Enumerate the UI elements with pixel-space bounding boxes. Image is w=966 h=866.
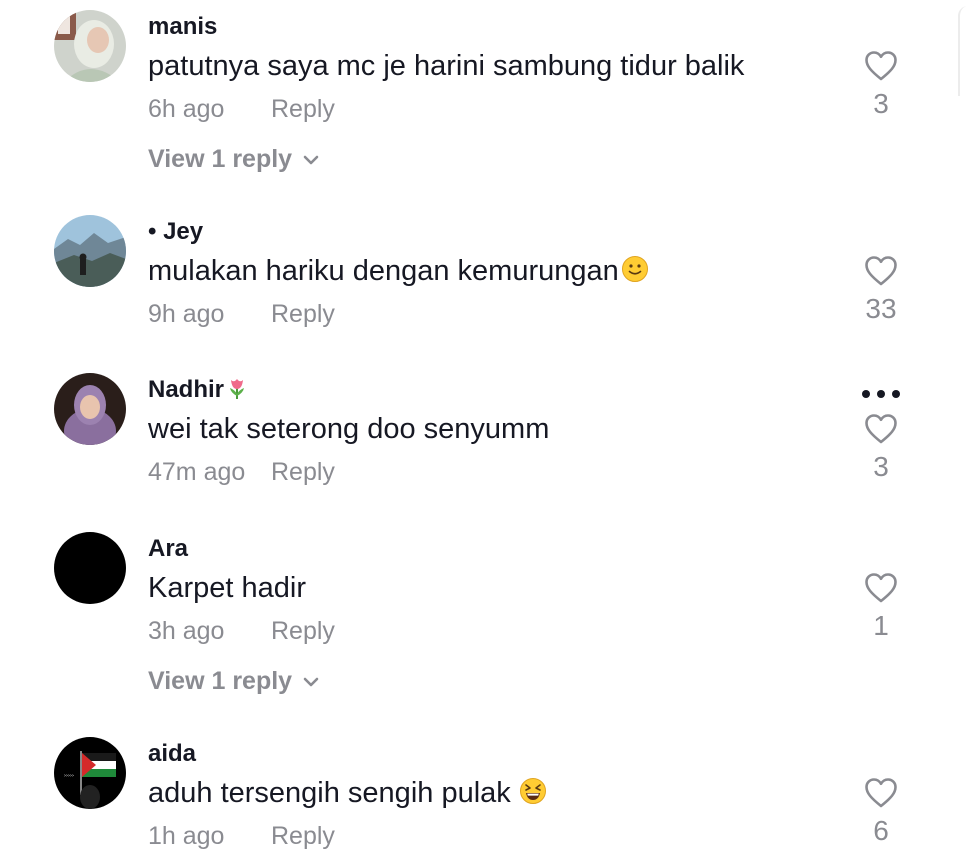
comment-username[interactable]: Nadhir [148, 375, 248, 405]
tulip-emoji [230, 379, 245, 399]
heart-outline-icon [865, 51, 897, 81]
comment-username[interactable]: manis [148, 12, 217, 42]
comment-text: aduh tersengih sengih pulak [148, 775, 547, 811]
comment-username[interactable]: • Jey [148, 217, 203, 247]
avatar-image [54, 215, 126, 287]
view-replies-label: View 1 reply [148, 145, 293, 173]
comment-text-content: mulakan hariku dengan kemurungan [148, 255, 619, 287]
view-replies-button[interactable]: View 1 reply [148, 666, 320, 696]
reply-button[interactable]: Reply [271, 299, 335, 329]
chevron-down-icon [303, 156, 319, 165]
comment-time: 9h ago [148, 300, 225, 328]
comment-time: 3h ago [148, 617, 225, 645]
comment-time: 47m ago [148, 458, 246, 486]
slightly-smiling-face-emoji [621, 256, 648, 282]
scroll-edge [958, 6, 966, 96]
comment-text-content: aduh tersengih sengih pulak [148, 777, 511, 809]
comment-text: patutnya saya mc je harini sambung tidur… [148, 50, 745, 82]
comment-text: Karpet hadir [148, 572, 306, 604]
heart-outline-icon [865, 573, 897, 603]
like-button[interactable]: 33 [850, 255, 912, 335]
like-count: 33 [865, 293, 897, 324]
svg-text:›››››: ››››› [64, 773, 74, 779]
like-button[interactable]: 3 [850, 413, 912, 493]
like-count: 6 [873, 815, 889, 846]
reply-button[interactable]: Reply [271, 457, 335, 487]
heart-outline-icon [865, 414, 897, 444]
like-button[interactable]: 1 [850, 572, 912, 652]
comment-username[interactable]: aida [148, 739, 196, 769]
like-count: 3 [873, 451, 889, 482]
reply-button[interactable]: Reply [271, 616, 335, 646]
comment-time: 1h ago [148, 822, 225, 850]
view-replies-label: View 1 reply [148, 667, 293, 695]
like-button[interactable]: 3 [850, 50, 912, 130]
reply-button[interactable]: Reply [271, 821, 335, 851]
more-options-button[interactable] [860, 387, 902, 401]
avatar-image [54, 10, 126, 82]
like-count: 1 [873, 610, 889, 641]
avatar[interactable] [54, 373, 126, 445]
chevron-down-icon [303, 678, 319, 687]
avatar-image [54, 532, 126, 604]
more-horizontal-icon [862, 390, 900, 398]
avatar[interactable] [54, 10, 126, 82]
reply-button[interactable]: Reply [271, 94, 335, 124]
heart-outline-icon [865, 778, 897, 808]
avatar-image [54, 373, 126, 445]
comment-username[interactable]: Ara [148, 534, 188, 564]
username-label: Nadhir [148, 376, 225, 403]
heart-outline-icon [865, 256, 897, 286]
comment-text: mulakan hariku dengan kemurungan [148, 253, 649, 289]
avatar-image: ››››› [54, 737, 126, 809]
avatar[interactable]: ››››› [54, 737, 126, 809]
avatar[interactable] [54, 532, 126, 604]
avatar[interactable] [54, 215, 126, 287]
like-count: 3 [873, 88, 889, 119]
comment-time: 6h ago [148, 95, 225, 123]
view-replies-button[interactable]: View 1 reply [148, 144, 320, 174]
comment-text: wei tak seterong doo senyumm [148, 413, 550, 445]
comment-list: manis patutnya saya mc je harini sambung… [0, 0, 966, 866]
like-button[interactable]: 6 [850, 777, 912, 857]
grinning-squinting-face-emoji [519, 778, 546, 804]
